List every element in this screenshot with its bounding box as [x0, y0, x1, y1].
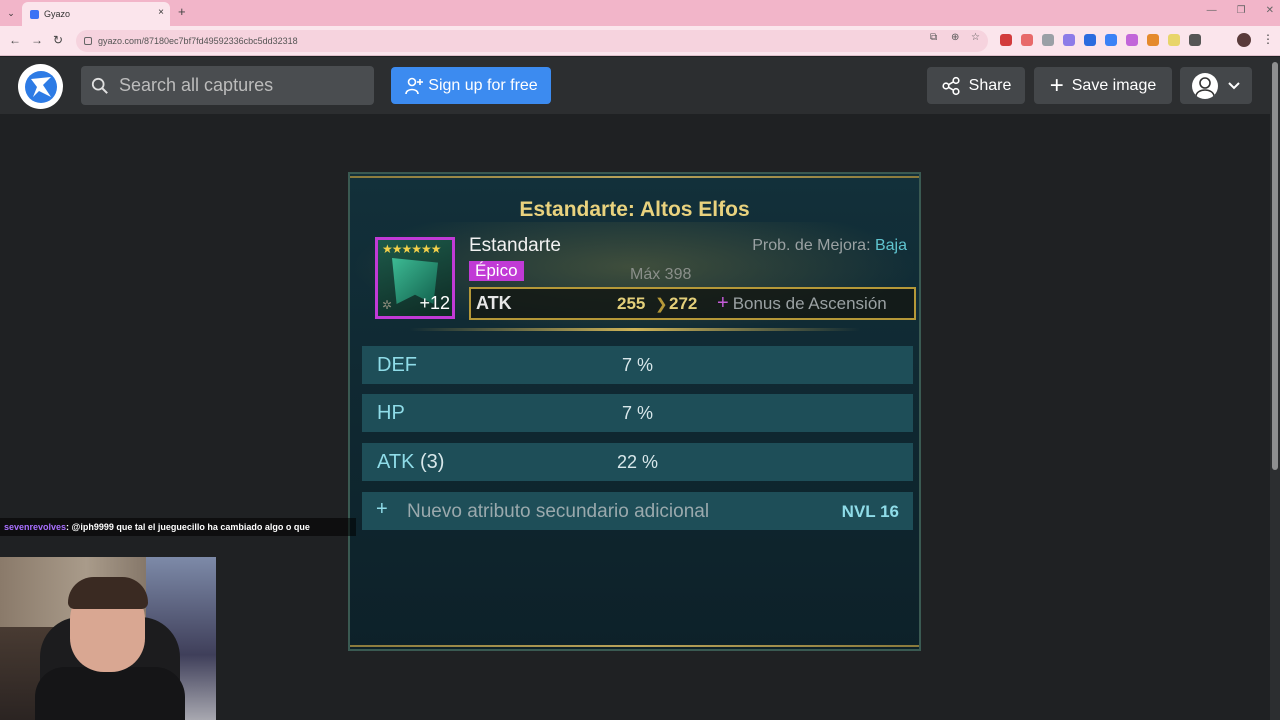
user-avatar-icon — [1192, 72, 1218, 99]
chat-message: sevenrevolves: @iph9999 que tal el juegu… — [0, 518, 356, 536]
artifact-level: +12 — [419, 293, 450, 313]
save-image-button[interactable]: + Save image — [1034, 67, 1172, 104]
webcam-feed — [0, 557, 216, 720]
substat-row: ATK (3) 22 % — [362, 443, 913, 481]
address-bar[interactable]: gyazo.com/87180ec7bf7fd49592336cbc5dd323… — [76, 30, 988, 52]
user-menu-button[interactable] — [1180, 67, 1252, 104]
chevron-down-icon — [1228, 81, 1240, 89]
share-button[interactable]: Share — [927, 67, 1025, 104]
plus-icon: + — [717, 292, 729, 314]
rarity-badge: Épico — [469, 261, 524, 281]
substat-row: HP 7 % — [362, 394, 913, 432]
url-text: gyazo.com/87180ec7bf7fd49592336cbc5dd323… — [98, 36, 298, 46]
main-stat-current: 255 — [617, 293, 646, 313]
browser-toolbar: ← → ↻ gyazo.com/87180ec7bf7fd49592336cbc… — [0, 26, 1280, 56]
page-scrollbar-thumb[interactable] — [1272, 62, 1278, 470]
plus-icon: + — [1049, 71, 1064, 99]
share-label: Share — [968, 76, 1012, 94]
captured-image: Estandarte: Altos Elfos ★★★★★★ ✲ +12 Est… — [348, 172, 921, 651]
main-stat-name: ATK — [476, 293, 512, 313]
extension-icon[interactable] — [1105, 34, 1117, 46]
ascension-bonus-label: Bonus de Ascensión — [732, 294, 887, 313]
gyazo-favicon-icon — [30, 9, 39, 19]
ascension-bonus: + Bonus de Ascensión — [717, 292, 887, 315]
substat-value: 7 % — [621, 355, 654, 375]
panel-top-border — [350, 176, 919, 178]
extension-icon[interactable] — [1042, 34, 1054, 46]
browser-tab[interactable]: Gyazo × — [22, 2, 170, 26]
bookmark-star-icon[interactable]: ☆ — [971, 32, 980, 43]
add-user-icon — [405, 77, 424, 94]
back-arrow-icon[interactable]: ← — [9, 33, 21, 47]
search-placeholder: Search all captures — [119, 75, 274, 95]
main-stat-row: ATK 255 ❯ 272 + Bonus de Ascensión — [469, 287, 916, 320]
artifact-title: Estandarte: Altos Elfos — [519, 198, 750, 221]
window-controls: — ❐ ✕ — [1207, 5, 1274, 16]
extension-icon[interactable] — [1147, 34, 1159, 46]
zoom-icon[interactable]: ⊕ — [951, 32, 959, 43]
gyazo-logo[interactable] — [18, 64, 63, 109]
upgrade-chance-label: Prob. de Mejora: — [752, 237, 871, 254]
additional-substat-label: Nuevo atributo secundario adicional — [407, 501, 710, 522]
extension-icon[interactable] — [1021, 34, 1033, 46]
upgrade-chance-value: Baja — [874, 237, 907, 254]
set-icon: ✲ — [382, 298, 393, 312]
maximize-button[interactable]: ❐ — [1237, 5, 1246, 16]
extension-icon[interactable] — [1084, 34, 1096, 46]
extension-icon[interactable] — [1000, 34, 1012, 46]
sign-up-label: Sign up for free — [428, 76, 538, 94]
save-image-label: Save image — [1071, 76, 1157, 94]
tab-search-button[interactable]: ⌄ — [4, 6, 18, 20]
upgrade-chance: Prob. de Mejora: Baja — [752, 237, 907, 255]
install-app-icon[interactable]: ⧉ — [930, 32, 937, 43]
substat-row: DEF 7 % — [362, 346, 913, 384]
chat-text: : @iph9999 que tal el jueguecillo ha cam… — [66, 522, 310, 532]
share-icon — [942, 76, 960, 95]
reload-icon[interactable]: ↻ — [53, 33, 63, 47]
main-stat-next: 272 — [669, 293, 698, 313]
forward-arrow-icon[interactable]: → — [31, 33, 43, 47]
browser-tab-bar: ⌄ Gyazo × + — ❐ ✕ — [0, 0, 1280, 26]
search-icon — [91, 77, 108, 94]
extension-icon[interactable] — [1063, 34, 1075, 46]
rank-stars: ★★★★★★ — [382, 242, 442, 256]
webcam-person-body — [35, 667, 185, 720]
arrow-right-icon: ❯ — [655, 295, 668, 313]
divider — [410, 328, 860, 331]
sign-up-button[interactable]: Sign up for free — [391, 67, 551, 104]
webcam-person-hair — [68, 577, 148, 609]
panel-bottom-border — [350, 645, 919, 647]
artifact-icon: ★★★★★★ ✲ +12 — [375, 237, 455, 319]
tab-title: Gyazo — [44, 9, 71, 19]
gyazo-logo-icon — [24, 70, 57, 103]
browser-menu-icon[interactable]: ⋮ — [1262, 32, 1274, 46]
new-tab-button[interactable]: + — [178, 4, 186, 19]
substat-value: 22 % — [616, 452, 659, 472]
plus-icon: + — [376, 498, 388, 520]
close-window-button[interactable]: ✕ — [1266, 5, 1274, 16]
artifact-type: Estandarte — [469, 235, 561, 256]
extension-icon[interactable] — [1168, 34, 1180, 46]
extension-icon[interactable] — [1126, 34, 1138, 46]
search-bar[interactable]: Search all captures — [81, 66, 374, 105]
max-value: Máx 398 — [630, 266, 692, 283]
minimize-button[interactable]: — — [1207, 5, 1217, 16]
profile-avatar[interactable] — [1237, 33, 1251, 47]
extensions-puzzle-icon[interactable] — [1189, 34, 1201, 46]
unlock-level: NVL 16 — [841, 502, 899, 521]
chat-username: sevenrevolves — [4, 522, 67, 532]
tab-close-icon[interactable]: × — [158, 7, 164, 18]
substat-value: 7 % — [621, 403, 654, 423]
site-info-icon[interactable] — [84, 37, 92, 45]
gyazo-header: Search all captures Sign up for free Sha… — [0, 57, 1270, 114]
extensions-bar — [1000, 34, 1201, 46]
additional-substat-row: + Nuevo atributo secundario adicional NV… — [362, 492, 913, 530]
